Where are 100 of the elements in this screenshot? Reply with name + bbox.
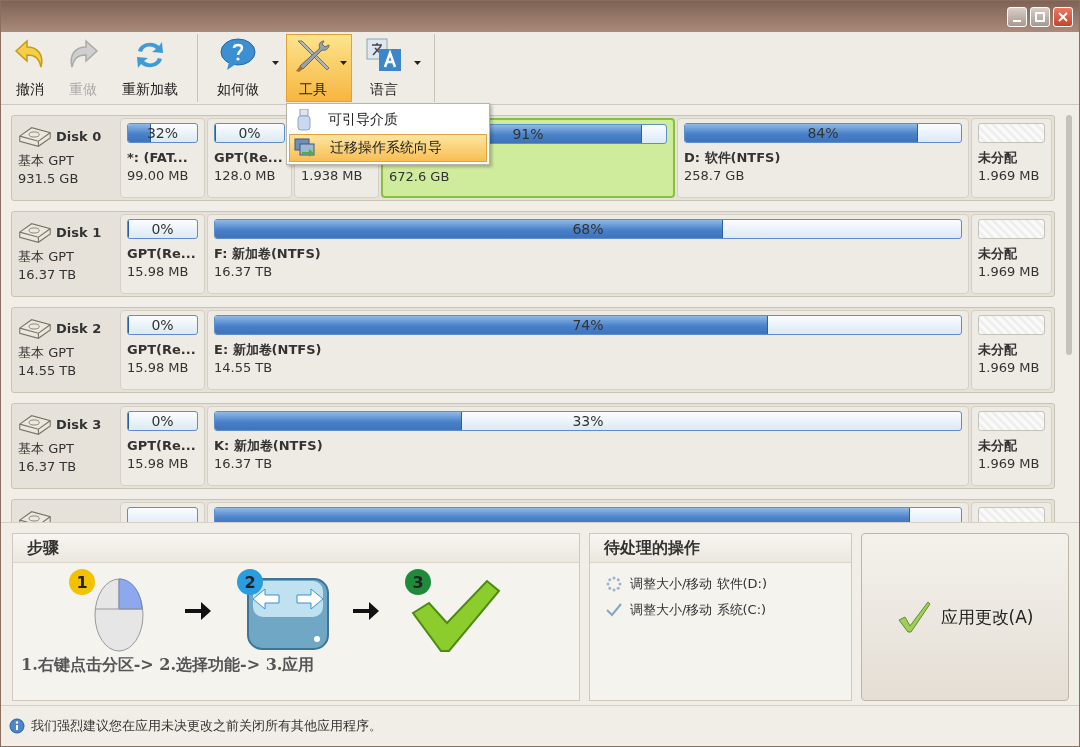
partition-name: D: 软件(NTFS) — [684, 149, 782, 167]
close-icon — [1058, 11, 1068, 22]
apply-button[interactable]: 应用更改(A) — [861, 533, 1069, 701]
partition-name: GPT(Re... — [127, 437, 197, 455]
disk-type: 基本 GPT — [18, 440, 75, 458]
partition-name: K: 新加卷(NTFS) — [214, 437, 324, 455]
usage-percent: 91% — [511, 125, 545, 143]
disk-size: 16.37 TB — [18, 458, 78, 476]
spinner-icon — [606, 576, 622, 592]
usage-percent: 84% — [806, 124, 840, 142]
partition-size: 1.969 MB — [978, 455, 1041, 473]
disk-drive-icon — [18, 126, 52, 148]
disk-name: Disk 3 — [56, 416, 102, 434]
check-icon — [896, 600, 931, 634]
disk-drive-icon — [18, 318, 52, 340]
usb-drive-icon — [294, 109, 314, 131]
partition-size: 99.00 MB — [127, 167, 190, 185]
unallocated-bar — [978, 123, 1045, 143]
status-text: 我们强烈建议您在应用未决更改之前关闭所有其他应用程序。 — [31, 717, 382, 735]
partition-card[interactable]: 0% GPT(Re... 128.0 MB — [207, 118, 292, 198]
arrow-icon — [183, 600, 213, 622]
step-number: 2 — [237, 569, 263, 595]
partition-size: 258.7 GB — [684, 167, 746, 185]
toolbar-button[interactable]: 工具 — [286, 34, 352, 102]
disk-size: 931.5 GB — [18, 170, 80, 188]
disk-drive-icon — [18, 222, 52, 244]
disk-name: Disk 1 — [56, 224, 102, 242]
language-icon — [365, 37, 403, 73]
usage-percent: 68% — [571, 220, 605, 238]
partition-card[interactable]: 未分配 1.969 MB — [971, 310, 1052, 390]
disk-name: Disk 2 — [56, 320, 102, 338]
arrow-icon — [351, 600, 381, 622]
step-number: 1 — [69, 569, 95, 595]
toolbar-button[interactable]: 如何做 — [204, 34, 284, 102]
usage-percent: 0% — [237, 124, 262, 142]
partition-size: 15.98 MB — [127, 455, 190, 473]
partition-size: 15.98 MB — [127, 263, 190, 281]
usage-percent: 0% — [150, 220, 175, 238]
usage-percent: 33% — [571, 412, 605, 430]
panel-title: 待处理的操作 — [604, 537, 700, 559]
usage-bar — [127, 507, 198, 522]
partition-name: *: (FAT... — [127, 149, 189, 167]
disk-size: 16.37 TB — [18, 266, 78, 284]
unallocated-bar — [978, 411, 1045, 431]
partition-name: 未分配 — [978, 341, 1018, 359]
disk-type: 基本 GPT — [18, 344, 75, 362]
partition-name: F: 新加卷(NTFS) — [214, 245, 322, 263]
partition-size: 1.969 MB — [978, 167, 1041, 185]
partition-size: 1.969 MB — [978, 263, 1041, 281]
partition-card[interactable]: 68% F: 新加卷(NTFS) 16.37 TB — [207, 214, 969, 294]
partition-size: 128.0 MB — [214, 167, 277, 185]
usage-percent: 0% — [150, 412, 175, 430]
partition-card[interactable]: 未分配 1.969 MB — [971, 406, 1052, 486]
toolbar-button[interactable]: 重新加载 — [111, 34, 189, 102]
partition-size: 15.98 MB — [127, 359, 190, 377]
partition-name: 未分配 — [978, 437, 1018, 455]
partition-card[interactable]: 0% GPT(Re... 15.98 MB — [120, 406, 205, 486]
partition-size: 1.969 MB — [978, 359, 1041, 377]
close-button[interactable] — [1053, 6, 1073, 27]
disk-size: 14.55 TB — [18, 362, 78, 380]
partition-card[interactable]: 未分配 1.969 MB — [971, 118, 1052, 198]
info-icon — [9, 718, 25, 734]
disk-type: 基本 GPT — [18, 152, 75, 170]
panel-title: 步骤 — [27, 537, 59, 559]
menu-item[interactable]: 迁移操作系统向导 — [289, 134, 487, 162]
partition-card[interactable]: 74% E: 新加卷(NTFS) 14.55 TB — [207, 310, 969, 390]
unallocated-bar — [978, 315, 1045, 335]
partition-name: GPT(Re... — [214, 149, 284, 167]
usage-percent: 0% — [150, 316, 175, 334]
partition-name: 未分配 — [978, 245, 1018, 263]
partition-name: 未分配 — [978, 149, 1018, 167]
maximize-icon — [1035, 11, 1045, 22]
migrate-icon — [294, 138, 316, 158]
partition-size: 672.6 GB — [389, 168, 451, 186]
caret-icon — [272, 61, 279, 65]
partition-size: 16.37 TB — [214, 455, 274, 473]
minimize-button[interactable] — [1007, 6, 1027, 27]
help-icon — [219, 37, 257, 71]
operation-text: 调整大小/移动 软件(D:) — [630, 575, 768, 593]
disk-drive-icon — [18, 414, 52, 436]
unallocated-bar — [978, 219, 1045, 239]
usage-percent: 74% — [571, 316, 605, 334]
partition-card[interactable]: 84% D: 软件(NTFS) 258.7 GB — [677, 118, 969, 198]
partition-size: 16.37 TB — [214, 263, 274, 281]
caret-icon — [414, 61, 421, 65]
partition-name: GPT(Re... — [127, 245, 197, 263]
partition-card[interactable]: 未分配 1.969 MB — [971, 214, 1052, 294]
partition-card[interactable]: 0% GPT(Re... 15.98 MB — [120, 310, 205, 390]
disk-name: Disk 0 — [56, 128, 102, 146]
maximize-button[interactable] — [1030, 6, 1050, 27]
toolbar-button[interactable]: 撤消 — [5, 34, 55, 102]
steps-caption: 1.右键点击分区-> 2.选择功能-> 3.应用 — [20, 654, 316, 676]
partition-size: 1.938 MB — [301, 167, 364, 185]
toolbar-button[interactable]: 语言 — [354, 34, 426, 102]
step-number: 3 — [405, 569, 431, 595]
partition-name: GPT(Re... — [127, 341, 197, 359]
partition-name: E: 新加卷(NTFS) — [214, 341, 323, 359]
partition-card[interactable]: 0% GPT(Re... 15.98 MB — [120, 214, 205, 294]
unallocated-bar — [978, 507, 1045, 522]
partition-card[interactable]: 33% K: 新加卷(NTFS) 16.37 TB — [207, 406, 969, 486]
